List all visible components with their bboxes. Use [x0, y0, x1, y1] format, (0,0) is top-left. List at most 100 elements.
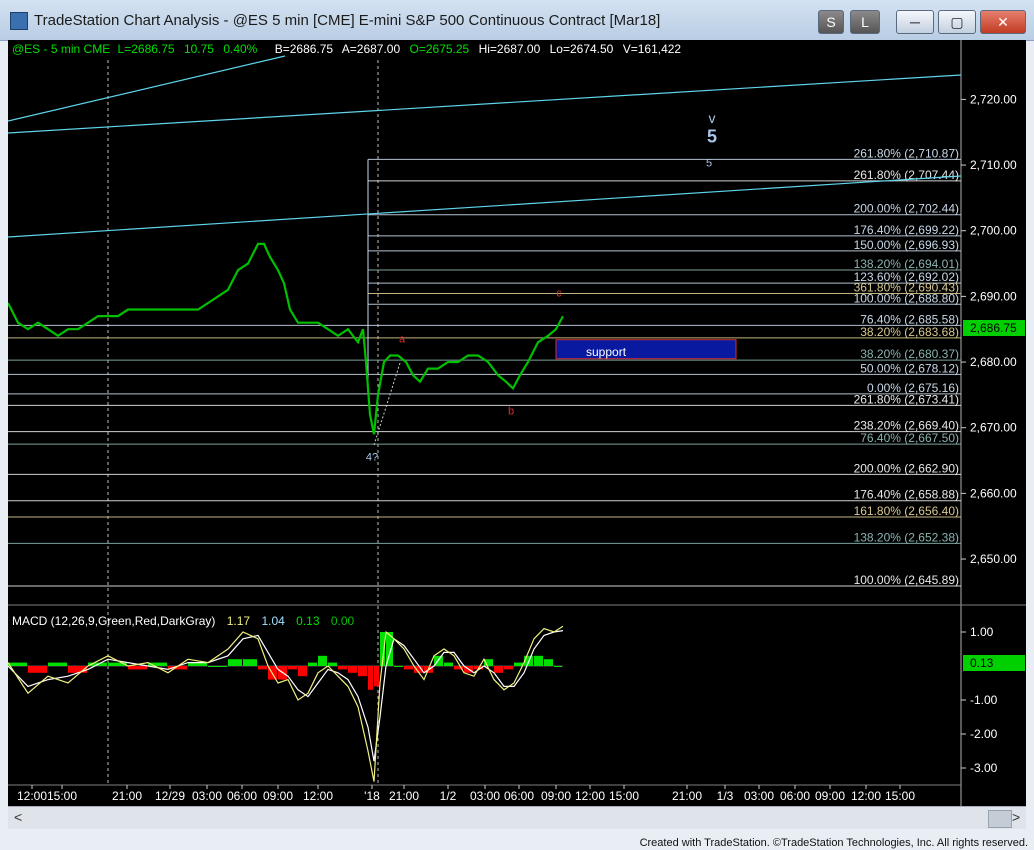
- price-tick-label-6: 2,710.00: [970, 158, 1017, 172]
- price-tick-label-7: 2,720.00: [970, 92, 1017, 106]
- time-tick-label-10: 1/2: [440, 789, 457, 803]
- macd-hist-bar-18: [308, 662, 317, 666]
- status-bar: Created with TradeStation. ©TradeStation…: [0, 830, 1034, 850]
- fib-label-0: 261.80% (2,710.87): [854, 146, 959, 160]
- fib-label-8: 100.00% (2,688.80): [854, 291, 959, 305]
- price-tick-label-3: 2,680.00: [970, 355, 1017, 369]
- macd-hist-bar-0: [8, 662, 27, 666]
- time-tick-label-2: 21:00: [112, 789, 142, 803]
- s-menu-button[interactable]: S: [818, 10, 844, 34]
- macd-hist-bar-40: [514, 662, 523, 666]
- support-zone-box: [555, 339, 737, 360]
- time-tick-label-5: 06:00: [227, 789, 257, 803]
- fib-label-5: 138.20% (2,694.01): [854, 257, 959, 271]
- legend-last: L=2686.75: [118, 42, 175, 56]
- macd-signal-line: [7, 630, 564, 762]
- price-tick-label-5: 2,700.00: [970, 224, 1017, 238]
- legend-volume: V=161,422: [623, 42, 682, 56]
- time-tick-label-1: 15:00: [47, 789, 77, 803]
- macd-legend-v1: 1.17: [227, 614, 251, 628]
- legend-ask: A=2687.00: [342, 42, 401, 56]
- macd-hist-bar-28: [394, 666, 403, 667]
- minimize-button[interactable]: ─: [896, 10, 934, 34]
- time-tick-label-18: 03:00: [744, 789, 774, 803]
- title-bar: TradeStation Chart Analysis - @ES 5 min …: [0, 0, 1034, 41]
- macd-hist-bar-20: [328, 662, 337, 666]
- price-tick-label-1: 2,660.00: [970, 486, 1017, 500]
- wave-label-5: v: [709, 110, 716, 126]
- macd-legend-v2: 1.04: [261, 614, 285, 628]
- time-tick-label-16: 21:00: [672, 789, 702, 803]
- time-tick-label-7: 12:00: [303, 789, 333, 803]
- macd-tick-label-2: -2.00: [970, 727, 998, 741]
- macd-hist-bar-11: [228, 659, 242, 666]
- price-chart-svg[interactable]: 261.80% (2,710.87)261.80% (2,707.44)200.…: [7, 40, 1026, 806]
- wave-label-4: 5: [706, 157, 712, 169]
- macd-hist-bar-42: [534, 655, 543, 666]
- tradestation-app-icon: [10, 12, 28, 30]
- macd-hist-bar-29: [404, 666, 413, 670]
- macd-tick-label-3: -3.00: [970, 761, 998, 775]
- fib-label-17: 200.00% (2,662.90): [854, 461, 959, 475]
- legend-open: O=2675.25: [410, 42, 470, 56]
- legend-high: Hi=2687.00: [479, 42, 541, 56]
- time-tick-label-21: 12:00: [851, 789, 881, 803]
- macd-hist-bar-43: [544, 659, 553, 666]
- macd-hist-bar-23: [358, 666, 367, 677]
- fib-label-2: 200.00% (2,702.44): [854, 202, 959, 216]
- scroll-thumb[interactable]: [988, 810, 1012, 828]
- close-button[interactable]: ✕: [980, 10, 1026, 34]
- wave-label-6: 5: [707, 127, 717, 147]
- macd-hist-bar-6: [128, 666, 147, 670]
- fib-label-20: 138.20% (2,652.38): [854, 530, 959, 544]
- fib-label-3: 176.40% (2,699.22): [854, 223, 959, 237]
- time-tick-label-20: 09:00: [815, 789, 845, 803]
- time-tick-label-4: 03:00: [192, 789, 222, 803]
- svg-text:MACD (12,26,9,Green,Red,DarkGr: MACD (12,26,9,Green,Red,DarkGray) 1.17 1…: [12, 614, 355, 628]
- horizontal-scrollbar[interactable]: < >: [8, 806, 1026, 829]
- support-zone-label: support: [586, 345, 627, 359]
- legend-bid: B=2686.75: [275, 42, 334, 56]
- fib-label-10: 38.20% (2,683.68): [860, 325, 959, 339]
- macd-hist-bar-25: [374, 666, 379, 687]
- macd-hist-bar-17: [298, 666, 307, 677]
- wave-label-1: b: [508, 406, 514, 418]
- macd-hist-bar-38: [494, 666, 503, 673]
- time-tick-label-9: 21:00: [389, 789, 419, 803]
- time-tick-label-14: 12:00: [575, 789, 605, 803]
- scroll-right-arrow-icon[interactable]: >: [1012, 809, 1020, 825]
- macd-value-tag-text: 0.13: [970, 656, 994, 670]
- chart-area[interactable]: 261.80% (2,710.87) 261.80% (2,707.44) 200.…: [7, 40, 1026, 806]
- window-title: TradeStation Chart Analysis - @ES 5 min …: [34, 12, 661, 29]
- wave-label-2: c: [556, 287, 562, 299]
- macd-tick-label-0: 1.00: [970, 625, 994, 639]
- legend-low: Lo=2674.50: [550, 42, 614, 56]
- macd-hist-bar-22: [348, 666, 357, 673]
- maximize-button[interactable]: ▢: [938, 10, 976, 34]
- price-tick-label-4: 2,690.00: [970, 289, 1017, 303]
- macd-hist-bar-24: [368, 666, 373, 690]
- macd-legend-v4: 0.00: [331, 614, 355, 628]
- macd-hist-bar-10: [208, 666, 227, 667]
- macd-hist-bar-2: [48, 662, 67, 666]
- macd-hist-bar-21: [338, 666, 347, 670]
- scroll-left-arrow-icon[interactable]: <: [14, 809, 22, 825]
- credit-text: Created with TradeStation. ©TradeStation…: [639, 837, 1028, 849]
- legend-symbol: @ES - 5 min CME: [12, 42, 110, 56]
- l-menu-button[interactable]: L: [850, 10, 880, 34]
- macd-hist-bar-44: [554, 666, 562, 667]
- time-tick-label-13: 09:00: [541, 789, 571, 803]
- time-tick-label-19: 06:00: [780, 789, 810, 803]
- legend-change: 10.75: [184, 42, 214, 56]
- macd-hist-bar-19: [318, 655, 327, 666]
- macd-legend-v3: 0.13: [296, 614, 320, 628]
- legend-pct: 0.40%: [223, 42, 257, 56]
- time-tick-label-15: 15:00: [609, 789, 639, 803]
- fib-label-14: 261.80% (2,673.41): [854, 392, 959, 406]
- macd-hist-bar-16: [288, 666, 297, 670]
- macd-legend-title: MACD (12,26,9,Green,Red,DarkGray): [12, 614, 215, 628]
- macd-hist-bar-33: [444, 662, 453, 666]
- svg-text:@ES - 5 min CME L=2686.: @ES - 5 min CME L=2686.75 10.75 0.40% B=…: [12, 42, 681, 56]
- time-tick-label-8: '18: [364, 789, 380, 803]
- trendline-upper: [7, 55, 286, 122]
